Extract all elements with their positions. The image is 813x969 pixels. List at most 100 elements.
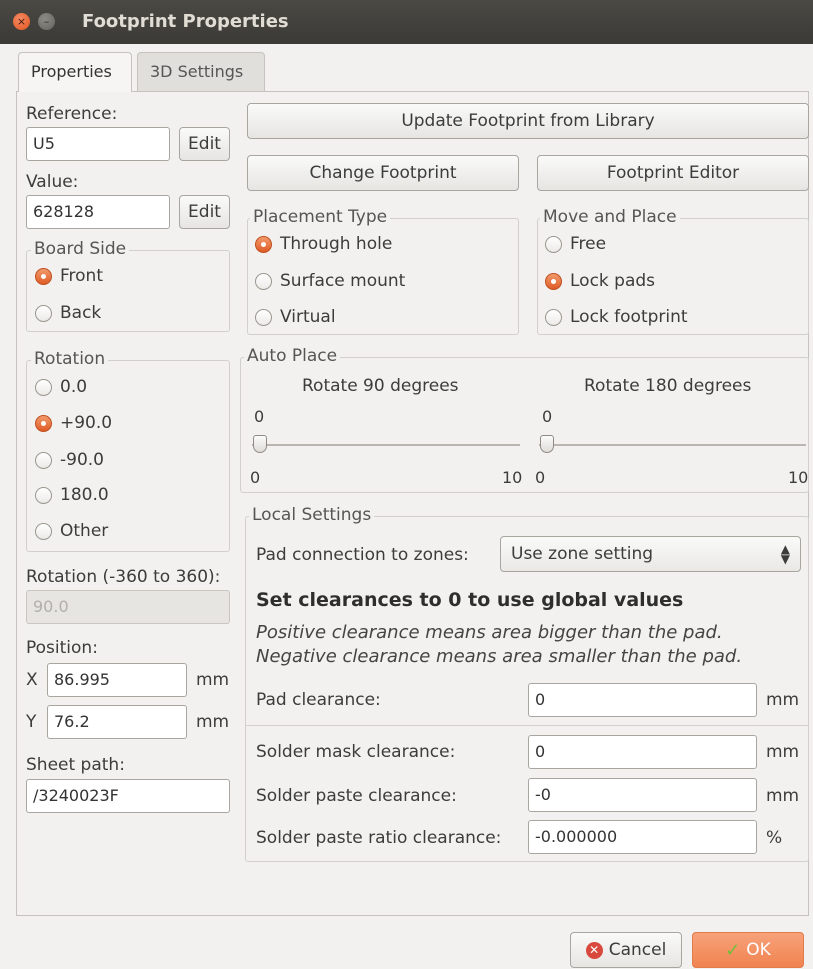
- radio-selected-icon[interactable]: [35, 414, 52, 432]
- move-free-option[interactable]: Free: [545, 234, 606, 254]
- cancel-icon: ✕: [585, 941, 603, 959]
- radio-unselected-icon[interactable]: [35, 304, 52, 322]
- positive-clearance-hint: Positive clearance means area bigger tha…: [256, 622, 723, 643]
- rotate90-slider-handle[interactable]: [253, 435, 267, 453]
- position-x-label: X: [26, 670, 38, 690]
- checkmark-icon: ✓: [725, 939, 741, 961]
- placement-surface-mount-label: Surface mount: [280, 271, 406, 291]
- board-side-back-option[interactable]: Back: [35, 303, 101, 323]
- rotation-other-option[interactable]: Other: [35, 521, 108, 541]
- radio-unselected-icon[interactable]: [35, 378, 52, 396]
- tab-3d-settings[interactable]: 3D Settings: [137, 52, 265, 92]
- solder-paste-ratio-input[interactable]: -0.000000: [528, 820, 757, 854]
- cancel-button[interactable]: ✕ Cancel: [570, 932, 682, 968]
- solder-mask-clearance-unit: mm: [766, 742, 800, 762]
- placement-through-hole-option[interactable]: Through hole: [255, 234, 392, 254]
- pad-clearance-label: Pad clearance:: [256, 690, 381, 710]
- rotation-custom-label: Rotation (-360 to 360):: [26, 567, 221, 587]
- position-x-unit: mm: [196, 670, 230, 690]
- reference-input[interactable]: U5: [26, 127, 170, 161]
- move-free-label: Free: [570, 234, 607, 254]
- radio-unselected-icon[interactable]: [545, 308, 562, 326]
- board-side-title: Board Side: [31, 239, 130, 259]
- footprint-editor-button[interactable]: Footprint Editor: [537, 155, 809, 191]
- sheet-path-input[interactable]: /3240023F: [26, 779, 230, 813]
- pad-connection-select[interactable]: Use zone setting ▲ ▼: [500, 536, 801, 572]
- rotate90-value: 0: [254, 407, 265, 426]
- radio-unselected-icon[interactable]: [255, 308, 272, 326]
- rotate180-slider-handle[interactable]: [540, 435, 554, 453]
- rotation-other-label: Other: [60, 521, 109, 541]
- radio-unselected-icon[interactable]: [255, 272, 272, 290]
- value-input[interactable]: 628128: [26, 195, 170, 229]
- rotation-minus90-option[interactable]: -90.0: [35, 450, 104, 470]
- minimize-window-icon[interactable]: –: [38, 13, 55, 30]
- solder-paste-clearance-input[interactable]: -0: [528, 778, 757, 812]
- title-bar: × – Footprint Properties: [0, 0, 813, 44]
- radio-unselected-icon[interactable]: [35, 522, 52, 540]
- rotate90-label: Rotate 90 degrees: [302, 376, 459, 396]
- rotate90-slider-track[interactable]: [252, 444, 520, 446]
- local-settings-title: Local Settings: [249, 505, 375, 525]
- value-edit-button[interactable]: Edit: [179, 195, 230, 229]
- position-y-input[interactable]: 76.2: [47, 705, 187, 739]
- tab-properties[interactable]: Properties: [18, 52, 132, 92]
- change-footprint-button[interactable]: Change Footprint: [247, 155, 519, 191]
- move-lock-footprint-option[interactable]: Lock footprint: [545, 307, 688, 327]
- solder-mask-clearance-label: Solder mask clearance:: [256, 742, 456, 762]
- position-x-input[interactable]: 86.995: [47, 663, 187, 697]
- reference-edit-button[interactable]: Edit: [179, 127, 230, 161]
- position-y-label: Y: [26, 712, 37, 732]
- pad-clearance-unit: mm: [766, 690, 800, 710]
- radio-selected-icon[interactable]: [255, 235, 272, 253]
- rotation-180-option[interactable]: 180.0: [35, 485, 109, 505]
- window-title: Footprint Properties: [82, 11, 289, 32]
- move-lock-pads-label: Lock pads: [570, 271, 656, 291]
- board-side-front-label: Front: [60, 266, 103, 286]
- spinner-arrows-icon: ▲ ▼: [780, 542, 790, 566]
- rotate90-max: 10: [502, 468, 523, 487]
- value-label: Value:: [26, 172, 79, 192]
- placement-virtual-option[interactable]: Virtual: [255, 307, 336, 327]
- solder-paste-ratio-label: Solder paste ratio clearance:: [256, 828, 502, 848]
- radio-unselected-icon[interactable]: [545, 235, 562, 253]
- radio-unselected-icon[interactable]: [35, 486, 52, 504]
- rotation-0-option[interactable]: 0.0: [35, 377, 87, 397]
- reference-label: Reference:: [26, 104, 118, 124]
- rotate180-min: 0: [535, 468, 546, 487]
- board-side-back-label: Back: [60, 303, 102, 323]
- separator: [246, 725, 808, 726]
- rotate180-slider-track[interactable]: [539, 444, 806, 446]
- auto-place-title: Auto Place: [244, 346, 341, 366]
- rotation-custom-input[interactable]: 90.0: [26, 590, 230, 624]
- rotate180-max: 10: [788, 468, 809, 487]
- rotation-minus90-label: -90.0: [60, 450, 104, 470]
- radio-selected-icon[interactable]: [545, 272, 562, 290]
- placement-type-title: Placement Type: [250, 207, 391, 227]
- solder-paste-clearance-label: Solder paste clearance:: [256, 786, 457, 806]
- placement-through-hole-label: Through hole: [280, 234, 393, 254]
- position-label: Position:: [26, 638, 98, 658]
- move-and-place-title: Move and Place: [540, 207, 680, 227]
- clearances-heading: Set clearances to 0 to use global values: [256, 589, 684, 611]
- cancel-label: Cancel: [608, 940, 667, 960]
- placement-surface-mount-option[interactable]: Surface mount: [255, 271, 405, 291]
- ok-button[interactable]: ✓ OK: [692, 932, 804, 968]
- pad-connection-label: Pad connection to zones:: [256, 545, 469, 565]
- close-window-icon[interactable]: ×: [13, 13, 30, 30]
- rotation-plus90-option[interactable]: +90.0: [35, 413, 112, 433]
- rotate180-label: Rotate 180 degrees: [584, 376, 752, 396]
- ok-label: OK: [746, 940, 771, 960]
- rotation-180-label: 180.0: [60, 485, 109, 505]
- radio-selected-icon[interactable]: [35, 267, 52, 285]
- update-footprint-button[interactable]: Update Footprint from Library: [247, 103, 809, 139]
- move-lock-pads-option[interactable]: Lock pads: [545, 271, 655, 291]
- negative-clearance-hint: Negative clearance means area smaller th…: [256, 646, 743, 667]
- move-lock-footprint-label: Lock footprint: [570, 307, 688, 327]
- board-side-front-option[interactable]: Front: [35, 266, 103, 286]
- solder-mask-clearance-input[interactable]: 0: [528, 735, 757, 769]
- placement-virtual-label: Virtual: [280, 307, 336, 327]
- pad-clearance-input[interactable]: 0: [528, 683, 757, 717]
- radio-unselected-icon[interactable]: [35, 451, 52, 469]
- solder-paste-clearance-unit: mm: [766, 786, 800, 806]
